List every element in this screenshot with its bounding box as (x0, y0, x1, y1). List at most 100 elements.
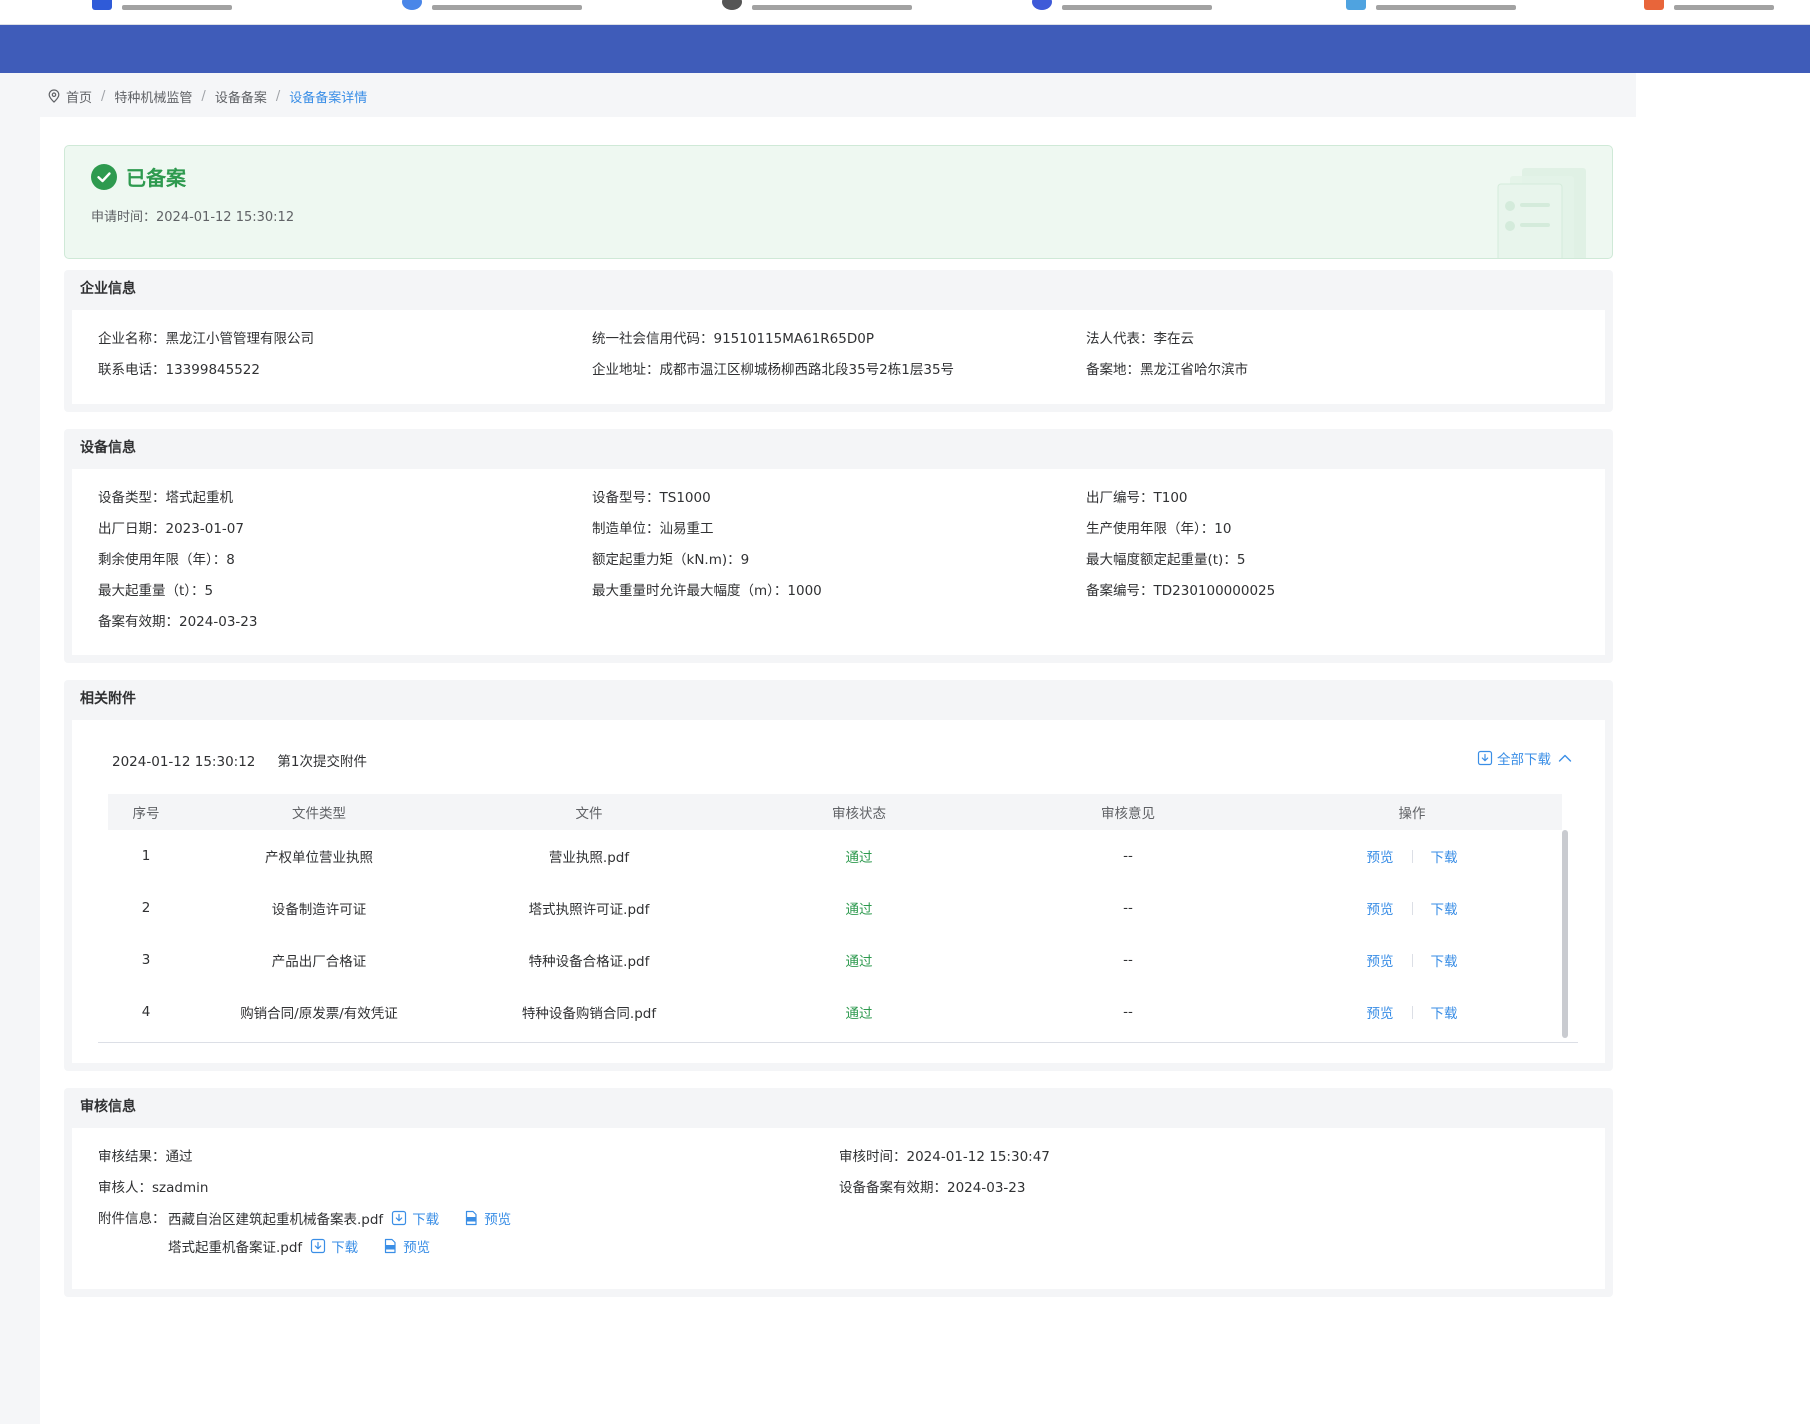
breadcrumb-special-machinery[interactable]: 特种机械监管 (114, 87, 192, 106)
attachments-body: 2024-01-12 15:30:12 第1次提交附件 全部下载 序号 文件类型… (72, 720, 1605, 1063)
breadcrumb-home[interactable]: 首页 (66, 87, 92, 106)
bookmark-item[interactable] (1644, 0, 1774, 10)
download-icon (311, 1238, 326, 1254)
field-value: 成都市温江区柳城杨柳西路北段35号2栋1层35号 (659, 362, 955, 378)
cell-type: 购销合同/原发票/有效凭证 (240, 1006, 398, 1022)
cell-status: 通过 (845, 902, 873, 918)
download-link[interactable]: 下载 (1431, 950, 1458, 970)
field-value: 13399845522 (165, 362, 260, 378)
status-card: 已备案 申请时间：2024-01-12 15:30:12 (64, 145, 1613, 259)
filing-number: 备案编号：TD230100000025 (1086, 579, 1275, 599)
file-download-link[interactable]: 下载 (412, 1208, 439, 1228)
column-header: 审核状态 (832, 806, 886, 822)
apply-time: 申请时间：2024-01-12 15:30:12 (91, 206, 294, 225)
field-label: 审核时间： (839, 1149, 907, 1165)
field-label: 最大重量时允许最大幅度（m）： (592, 583, 788, 599)
field-label: 备案编号： (1086, 583, 1154, 599)
factory-number: 出厂编号：T100 (1086, 486, 1188, 506)
file-preview-link[interactable]: 预览 (403, 1236, 430, 1256)
field-value: 10 (1214, 521, 1232, 537)
cell-file: 特种设备合格证.pdf (528, 954, 650, 970)
bookmark-item[interactable] (92, 0, 232, 10)
download-link[interactable]: 下载 (1431, 1002, 1458, 1022)
file-name: 西藏自治区建筑起重机械备案表.pdf (168, 1212, 384, 1228)
enterprise-body: 企业名称：黑龙江小管管理有限公司 统一社会信用代码：91510115MA61R6… (72, 310, 1605, 404)
cell-type: 产品出厂合格证 (271, 954, 367, 970)
chevron-up-icon[interactable] (1557, 750, 1573, 766)
field-value: 2023-01-07 (165, 521, 244, 537)
field-label: 备案地： (1086, 362, 1140, 378)
breadcrumb-equipment-filing[interactable]: 设备备案 (215, 87, 267, 106)
detail-content: 已备案 申请时间：2024-01-12 15:30:12 企业信息 企业名称：黑… (40, 117, 1636, 1424)
breadcrumb-separator: / (275, 88, 281, 104)
file-name: 塔式起重机备案证.pdf (168, 1240, 303, 1256)
field-value: 塔式起重机 (165, 490, 234, 506)
audit-file-item: 塔式起重机备案证.pdf 下载 预览 (168, 1236, 430, 1256)
field-label: 企业名称： (98, 331, 166, 347)
submission-time: 2024-01-12 15:30:12 (112, 754, 256, 770)
cell-actions: 预览 下载 (1262, 950, 1562, 970)
field-label: 出厂日期： (98, 521, 166, 537)
preview-link[interactable]: 预览 (1367, 1002, 1394, 1022)
audit-file-item: 西藏自治区建筑起重机械备案表.pdf 下载 预览 (168, 1208, 511, 1228)
file-preview-link[interactable]: 预览 (484, 1208, 511, 1228)
table-scrollbar[interactable] (1562, 830, 1568, 1038)
audit-section: 审核信息 审核结果：通过 审核时间：2024-01-12 15:30:47 审核… (64, 1088, 1613, 1297)
credit-code: 统一社会信用代码：91510115MA61R65D0P (592, 327, 874, 347)
field-label: 法人代表： (1086, 331, 1154, 347)
apply-time-value: 2024-01-12 15:30:12 (156, 210, 295, 225)
max-lifting-weight: 最大起重量（t）：5 (98, 579, 213, 599)
table-row: 2 设备制造许可证 塔式执照许可证.pdf 通过 -- 预览 下载 (108, 882, 1562, 934)
table-row: 1 产权单位营业执照 营业执照.pdf 通过 -- 预览 下载 (108, 830, 1562, 882)
field-value: 5 (1236, 552, 1246, 568)
cell-type: 设备制造许可证 (271, 902, 367, 918)
cell-type: 产权单位营业执照 (265, 850, 373, 866)
legal-representative: 法人代表：李在云 (1086, 327, 1194, 347)
field-value: 8 (226, 552, 235, 568)
bookmark-item[interactable] (1346, 0, 1516, 10)
file-download-link[interactable]: 下载 (331, 1236, 358, 1256)
preview-link[interactable]: 预览 (1367, 846, 1394, 866)
status-header: 已备案 (91, 162, 186, 191)
field-label: 审核人： (98, 1180, 152, 1196)
preview-link[interactable]: 预览 (1367, 950, 1394, 970)
equipment-section: 设备信息 设备类型：塔式起重机 设备型号：TS1000 出厂编号：T100 出厂… (64, 429, 1613, 663)
equipment-type: 设备类型：塔式起重机 (98, 486, 233, 506)
download-all-button[interactable]: 全部下载 (1477, 748, 1573, 768)
cell-actions: 预览 下载 (1262, 898, 1562, 918)
rated-lifting-moment: 额定起重力矩（kN.m)：9 (592, 548, 749, 568)
download-icon (1477, 750, 1493, 766)
breadcrumb: 首页 / 特种机械监管 / 设备备案 / 设备备案详情 (48, 86, 367, 106)
field-value: 2024-01-12 15:30:47 (906, 1149, 1050, 1165)
section-title: 企业信息 (80, 281, 136, 297)
document-stack-illustration (1497, 168, 1586, 258)
field-label: 设备类型： (98, 490, 166, 506)
equipment-model: 设备型号：TS1000 (592, 486, 711, 506)
field-label: 统一社会信用代码： (592, 331, 714, 347)
cell-opinion: -- (1123, 1004, 1133, 1020)
field-label: 联系电话： (98, 362, 166, 378)
field-label: 设备型号： (592, 490, 660, 506)
contact-phone: 联系电话：13399845522 (98, 358, 260, 378)
download-link[interactable]: 下载 (1431, 898, 1458, 918)
attachment-info-label: 附件信息： (98, 1211, 166, 1227)
auditor: 审核人：szadmin (98, 1176, 208, 1196)
breadcrumb-separator: / (101, 88, 106, 104)
field-value: 5 (204, 583, 214, 599)
cell-opinion: -- (1123, 848, 1133, 864)
field-value: szadmin (152, 1180, 209, 1196)
column-header: 文件 (575, 806, 603, 822)
file-icon (385, 1238, 396, 1254)
field-value: 9 (740, 552, 750, 568)
field-label: 设备备案有效期： (839, 1180, 947, 1196)
enterprise-name: 企业名称：黑龙江小管管理有限公司 (98, 327, 314, 347)
page-area: 首页 / 特种机械监管 / 设备备案 / 设备备案详情 已备案 申请时间：202… (0, 73, 1636, 1424)
field-label: 生产使用年限（年）： (1086, 521, 1215, 537)
bookmark-item[interactable] (722, 0, 912, 10)
cell-opinion: -- (1123, 900, 1133, 916)
preview-link[interactable]: 预览 (1367, 898, 1394, 918)
bookmark-item[interactable] (402, 0, 582, 10)
bookmark-item[interactable] (1032, 0, 1212, 10)
table-row: 4 购销合同/原发票/有效凭证 特种设备购销合同.pdf 通过 -- 预览 下载 (108, 986, 1562, 1038)
download-link[interactable]: 下载 (1431, 846, 1458, 866)
